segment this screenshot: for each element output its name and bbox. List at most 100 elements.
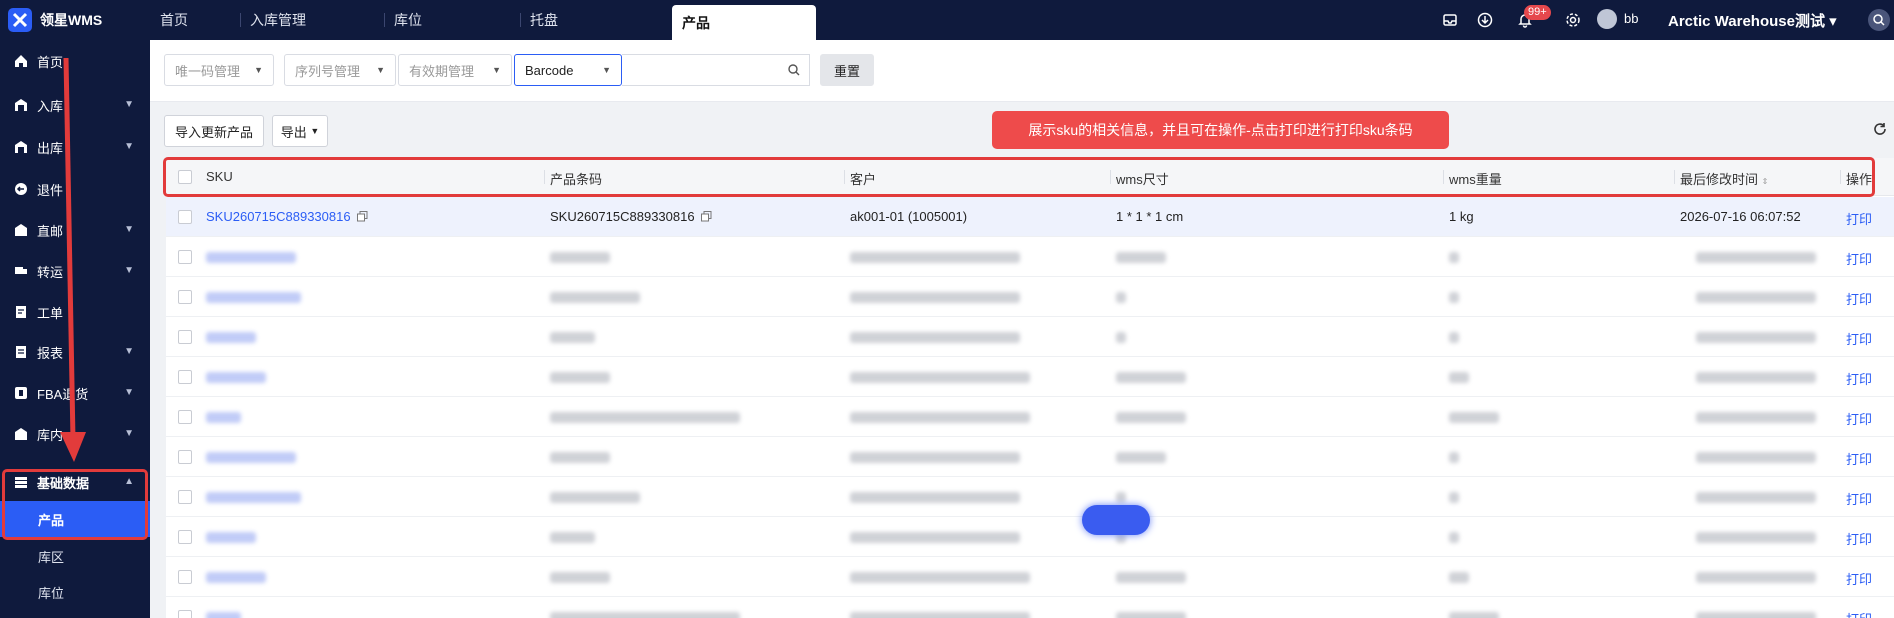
table-row[interactable]: 打印 — [166, 357, 1894, 397]
table-row[interactable]: 打印 — [166, 317, 1894, 357]
download-icon[interactable] — [1475, 10, 1495, 30]
tab-location[interactable]: 库位 — [384, 0, 520, 40]
row-checkbox[interactable] — [178, 290, 192, 304]
print-link[interactable]: 打印 — [1846, 449, 1872, 468]
row-checkbox[interactable] — [178, 450, 192, 464]
row-checkbox[interactable] — [178, 530, 192, 544]
table-row[interactable]: 打印 — [166, 237, 1894, 277]
sidebar-item-transfer[interactable]: 转运 ▼ — [0, 251, 150, 291]
serial-number-select[interactable]: 序列号管理 ▼ — [284, 54, 396, 86]
row-checkbox[interactable] — [178, 610, 192, 618]
refresh-icon[interactable] — [1873, 122, 1887, 139]
redacted-barcode — [550, 412, 740, 423]
avatar[interactable] — [1597, 9, 1617, 29]
redacted-size — [1116, 572, 1186, 583]
sidebar-item-direct-mail[interactable]: 直邮 ▼ — [0, 210, 150, 250]
redacted-barcode — [550, 612, 740, 618]
table-row[interactable]: 打印 — [166, 517, 1894, 557]
annotation-callout: 展示sku的相关信息，并且可在操作-点击打印进行打印sku条码 — [992, 111, 1449, 149]
sidebar-item-reports[interactable]: 报表 ▼ — [0, 332, 150, 372]
table-row[interactable]: SKU260715C889330816 SKU260715C889330816 … — [166, 197, 1894, 237]
row-checkbox[interactable] — [178, 210, 192, 224]
redacted-barcode — [550, 492, 640, 503]
sidebar-item-inbound[interactable]: 入库 ▼ — [0, 85, 150, 125]
print-link[interactable]: 打印 — [1846, 249, 1872, 268]
search-input[interactable] — [622, 54, 810, 86]
table-row[interactable]: 打印 — [166, 277, 1894, 317]
import-update-products-button[interactable]: 导入更新产品 — [164, 115, 264, 147]
expiry-select[interactable]: 有效期管理 ▼ — [398, 54, 512, 86]
sidebar-item-outbound[interactable]: 出库 ▼ — [0, 127, 150, 167]
sku-link[interactable]: SKU260715C889330816 — [206, 209, 368, 224]
redacted-size — [1116, 452, 1166, 463]
tab-inbound-management[interactable]: 入库管理 — [240, 0, 384, 40]
search-field-select[interactable]: Barcode ▼ — [514, 54, 622, 86]
username[interactable]: bb — [1624, 11, 1638, 26]
redacted-sku — [206, 532, 256, 543]
row-checkbox[interactable] — [178, 330, 192, 344]
redacted-barcode — [550, 332, 595, 343]
copy-icon[interactable] — [356, 211, 368, 222]
print-link[interactable]: 打印 — [1846, 289, 1872, 308]
sidebar-item-fba-returns[interactable]: FBA退货 ▼ — [0, 373, 150, 413]
tab-home[interactable]: 首页 — [150, 0, 240, 40]
weight-cell: 1 kg — [1449, 209, 1474, 224]
copy-icon[interactable] — [700, 211, 712, 222]
chevron-down-icon: ▼ — [124, 141, 134, 152]
top-navigation-bar: 领星WMS 首页 入库管理 库位 托盘 产品 99+ bb Arctic War… — [0, 0, 1894, 40]
redacted-modified — [1696, 252, 1816, 263]
app-logo[interactable]: 领星WMS — [0, 0, 150, 40]
redacted-size — [1116, 492, 1126, 503]
table-row[interactable]: 打印 — [166, 477, 1894, 517]
sidebar-item-work-order[interactable]: 工单 — [0, 292, 150, 332]
print-link[interactable]: 打印 — [1846, 609, 1872, 618]
redacted-sku — [206, 612, 241, 618]
sidebar-item-label: 退件 — [37, 182, 64, 198]
print-link[interactable]: 打印 — [1846, 329, 1872, 348]
print-link[interactable]: 打印 — [1846, 369, 1872, 388]
chevron-down-icon: ▼ — [602, 65, 611, 75]
sidebar-subitem-zone[interactable]: 库区 — [0, 538, 150, 574]
print-link[interactable]: 打印 — [1846, 529, 1872, 548]
sidebar-item-in-warehouse[interactable]: 库内 ▼ — [0, 414, 150, 454]
sidebar-item-home[interactable]: 首页 — [0, 41, 150, 81]
redacted-customer — [850, 492, 1020, 503]
inbox-icon[interactable] — [1440, 10, 1460, 30]
gear-icon[interactable] — [1563, 10, 1583, 30]
sidebar-subitem-location[interactable]: 库位 — [0, 574, 150, 610]
export-button[interactable]: 导出 ▼ — [272, 115, 328, 147]
search-icon[interactable] — [787, 63, 801, 77]
redacted-barcode — [550, 252, 610, 263]
row-checkbox[interactable] — [178, 370, 192, 384]
table-row[interactable]: 打印 — [166, 397, 1894, 437]
table-row[interactable]: 打印 — [166, 557, 1894, 597]
reset-button[interactable]: 重置 — [820, 54, 874, 86]
sidebar-item-label: 入库 — [37, 98, 64, 114]
floating-assistant-button[interactable] — [1082, 505, 1150, 535]
notification-badge: 99+ — [1524, 5, 1551, 20]
row-checkbox[interactable] — [178, 250, 192, 264]
redacted-sku — [206, 332, 256, 343]
print-link[interactable]: 打印 — [1846, 409, 1872, 428]
row-checkbox[interactable] — [178, 570, 192, 584]
redacted-customer — [850, 572, 1030, 583]
redacted-modified — [1696, 412, 1816, 423]
redacted-customer — [850, 412, 1030, 423]
tab-pallet[interactable]: 托盘 — [520, 0, 672, 40]
warehouse-name: Arctic Warehouse测试 — [1668, 13, 1825, 30]
table-row[interactable]: 打印 — [166, 437, 1894, 477]
global-search-icon[interactable] — [1868, 9, 1890, 31]
unique-code-select[interactable]: 唯一码管理 ▼ — [164, 54, 274, 86]
print-link[interactable]: 打印 — [1846, 569, 1872, 588]
redacted-sku — [206, 292, 301, 303]
print-link[interactable]: 打印 — [1846, 489, 1872, 508]
sidebar-item-returns[interactable]: 退件 — [0, 169, 150, 209]
tab-product[interactable]: 产品 — [672, 5, 816, 40]
table-row[interactable]: 打印 — [166, 597, 1894, 618]
print-link[interactable]: 打印 — [1846, 209, 1872, 228]
row-checkbox[interactable] — [178, 490, 192, 504]
redacted-weight — [1449, 372, 1469, 383]
sidebar-item-label: FBA退货 — [37, 386, 89, 402]
row-checkbox[interactable] — [178, 410, 192, 424]
warehouse-selector[interactable]: Arctic Warehouse测试 ▾ — [1668, 10, 1837, 31]
